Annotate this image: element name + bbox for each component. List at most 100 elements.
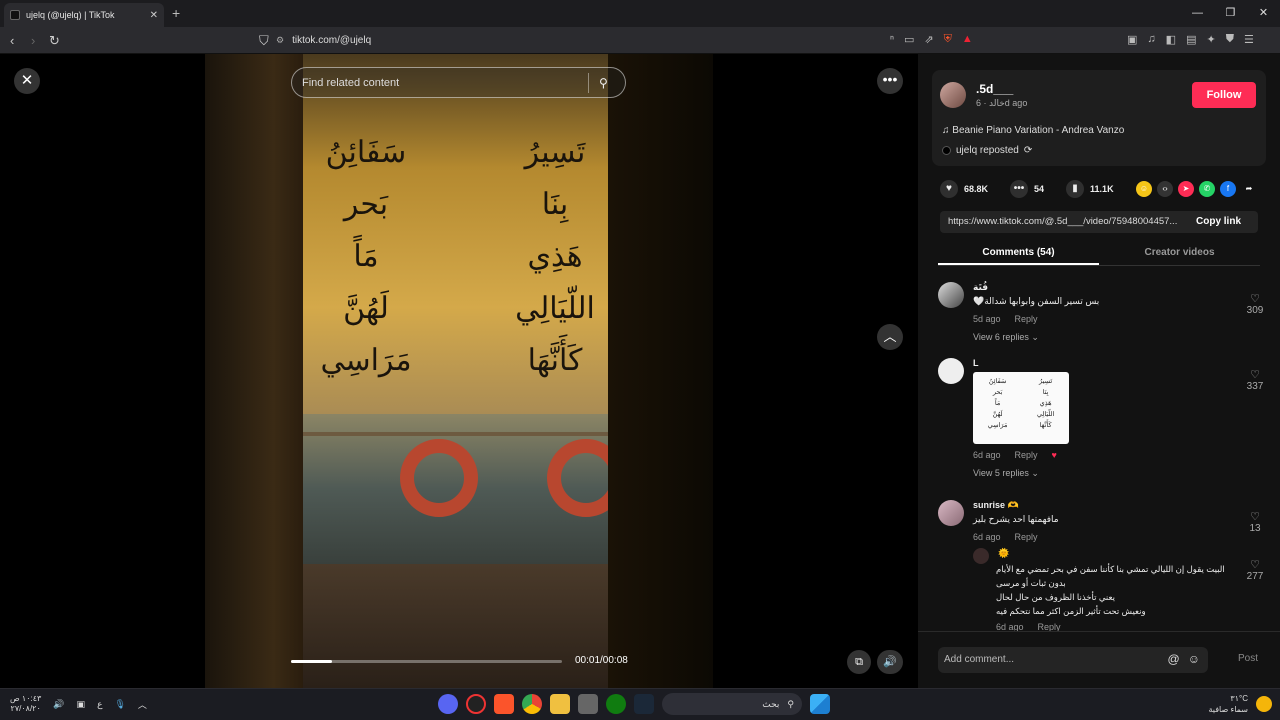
screenshot-icon[interactable]: ▣ [1127, 33, 1137, 46]
lifebuoy-left [400, 439, 478, 517]
replier-avatar[interactable] [973, 548, 989, 564]
emoji-icon[interactable]: ☺ [1188, 652, 1200, 666]
share-link-text[interactable]: https://www.tiktok.com/@.5d___/video/759… [948, 216, 1190, 227]
author-avatar[interactable] [940, 82, 966, 108]
follow-button[interactable]: Follow [1192, 82, 1256, 108]
tab-creator-videos[interactable]: Creator videos [1099, 242, 1260, 265]
brave-app-icon[interactable] [494, 694, 514, 714]
weather-text: ٣١°C سماء صافية [1208, 693, 1248, 715]
comment-icon[interactable]: ••• [1010, 180, 1029, 198]
video-progress-bar[interactable] [291, 660, 562, 663]
commenter-avatar[interactable] [938, 500, 964, 526]
more-options-button[interactable]: ••• [877, 68, 903, 94]
comment-list[interactable]: فُتَة بس تسير السفن وابوابها شدالة🤍 5d a… [918, 268, 1280, 632]
poem-line: مَرَاسِي [320, 343, 412, 378]
microphone-icon[interactable]: 🎙 [114, 699, 125, 710]
vpn-icon[interactable]: ⛊ [1226, 33, 1234, 46]
mention-icon[interactable]: @ [1168, 652, 1180, 666]
cast-icon[interactable]: ▭ [904, 33, 914, 46]
menu-icon[interactable]: ☰ [1244, 33, 1254, 46]
chrome-app-icon[interactable] [522, 694, 542, 714]
heart-outline-icon[interactable]: ♡ [1242, 368, 1268, 381]
copy-link-button[interactable]: Copy link [1196, 216, 1241, 227]
tab-close-icon[interactable]: ✕ [150, 10, 158, 21]
commenter-name[interactable]: L [973, 358, 979, 368]
comment-like[interactable]: ♡ 13 [1242, 510, 1268, 534]
discord-app-icon[interactable] [438, 694, 458, 714]
file-explorer-icon[interactable] [550, 694, 570, 714]
close-video-button[interactable]: ✕ [14, 68, 40, 94]
commenter-name[interactable]: فُتَة [973, 282, 988, 293]
forward-icon[interactable]: › [31, 33, 35, 48]
comment-input[interactable]: Add comment... @ ☺ [938, 647, 1208, 673]
commenter-name[interactable]: sunrise 🫶 [973, 500, 1019, 511]
xbox-app-icon[interactable] [606, 694, 626, 714]
comment-stat[interactable]: ••• 54 [1010, 180, 1044, 198]
brave-rewards-icon[interactable]: ▲ [962, 33, 973, 46]
reply-like[interactable]: ♡ 277 [1242, 558, 1268, 582]
share-page-icon[interactable]: ⇗ [924, 33, 933, 46]
share-arrow-icon[interactable]: ➦ [1241, 181, 1257, 197]
steam-app-icon[interactable] [634, 694, 654, 714]
store-app-icon[interactable] [578, 694, 598, 714]
media-icon[interactable]: ♫ [1147, 33, 1155, 46]
comment-like[interactable]: ♡ 309 [1242, 292, 1268, 316]
tab-comments[interactable]: Comments (54) [938, 242, 1099, 265]
previous-video-button[interactable]: ︿ [877, 324, 903, 350]
leo-ai-icon[interactable]: ✦ [1206, 33, 1215, 46]
reply-button[interactable]: Reply [1015, 314, 1038, 324]
reply-button[interactable]: Reply [1015, 532, 1038, 542]
weather-widget[interactable]: ٣١°C سماء صافية [1208, 693, 1272, 715]
facebook-icon[interactable]: f [1220, 181, 1236, 197]
sidebar-icon[interactable]: ◧ [1166, 33, 1176, 46]
reply-button[interactable]: Reply [1015, 450, 1038, 460]
commenter-avatar[interactable] [938, 282, 964, 308]
wallet-icon[interactable]: ▤ [1186, 33, 1196, 46]
send-icon[interactable]: ➤ [1178, 181, 1194, 197]
reposter-avatar[interactable] [942, 146, 951, 155]
author-name[interactable]: .5d___ [976, 82, 1013, 96]
friends-share-icon[interactable]: ☺ [1136, 181, 1152, 197]
bookmark-icon[interactable]: ⛉ [259, 33, 269, 49]
speaker-icon[interactable]: 🔊 [53, 699, 64, 710]
post-button[interactable]: Post [1238, 653, 1258, 664]
heart-outline-icon[interactable]: ♡ [1242, 292, 1268, 305]
like-stat[interactable]: ♥ 68.8K [940, 180, 988, 198]
new-tab-icon[interactable]: + [172, 5, 180, 21]
whatsapp-icon[interactable]: ✆ [1199, 181, 1215, 197]
comment-like[interactable]: ♡ 337 [1242, 368, 1268, 392]
window-close-icon[interactable]: ✕ [1247, 0, 1280, 27]
commenter-avatar[interactable] [938, 358, 964, 384]
site-info-icon[interactable]: ⚙ [276, 35, 284, 46]
maximize-icon[interactable]: ❐ [1214, 0, 1247, 27]
comment-image[interactable]: سَفَائِنُ بَحر مَاً لَهُنَّ مَرَاسِي تَس… [973, 372, 1069, 444]
related-search-input[interactable]: Find related content ⚲ [291, 67, 626, 98]
view-replies-button[interactable]: View 6 replies ⌄ [973, 332, 1039, 343]
reply-button[interactable]: Reply [1038, 622, 1061, 631]
picture-in-picture-button[interactable]: ⧉ [847, 650, 871, 674]
video-player[interactable]: تَسِيرُ بِنَا هَذِي اللّيَالِي كَأَنَّهَ… [205, 54, 713, 688]
brave-shield-icon[interactable]: ⛨ [944, 33, 952, 46]
music-link[interactable]: ♫ Beanie Piano Variation - Andrea Vanzo [942, 125, 1124, 136]
language-indicator[interactable]: ع [97, 699, 102, 710]
taskbar-search[interactable]: بحث ⚲ [662, 693, 802, 715]
app-icon[interactable] [466, 694, 486, 714]
volume-button[interactable]: 🔊 [877, 650, 903, 674]
clock[interactable]: ١٠:٤٣ ص ٢٧/٠٨/٢٠ [10, 694, 41, 714]
view-replies-button[interactable]: View 5 replies ⌄ [973, 468, 1039, 479]
tray-chevron-icon[interactable]: ︿ [138, 698, 147, 711]
heart-icon[interactable]: ♥ [940, 180, 958, 198]
network-icon[interactable]: ▣ [77, 699, 86, 710]
embed-icon[interactable]: ‹› [1157, 181, 1173, 197]
translate-icon[interactable]: ⁿ [890, 33, 894, 46]
browser-tab[interactable]: ujelq (@ujelq) | TikTok ✕ [4, 3, 164, 27]
heart-outline-icon[interactable]: ♡ [1242, 558, 1268, 571]
search-icon[interactable]: ⚲ [599, 76, 625, 90]
windows-start-icon[interactable] [810, 694, 830, 714]
minimize-icon[interactable]: — [1181, 0, 1214, 27]
heart-outline-icon[interactable]: ♡ [1242, 510, 1268, 523]
back-icon[interactable]: ‹ [10, 33, 14, 48]
reload-icon[interactable]: ↻ [49, 33, 60, 49]
bookmark-icon[interactable]: ▮ [1066, 180, 1085, 198]
save-stat[interactable]: ▮ 11.1K [1066, 180, 1114, 198]
